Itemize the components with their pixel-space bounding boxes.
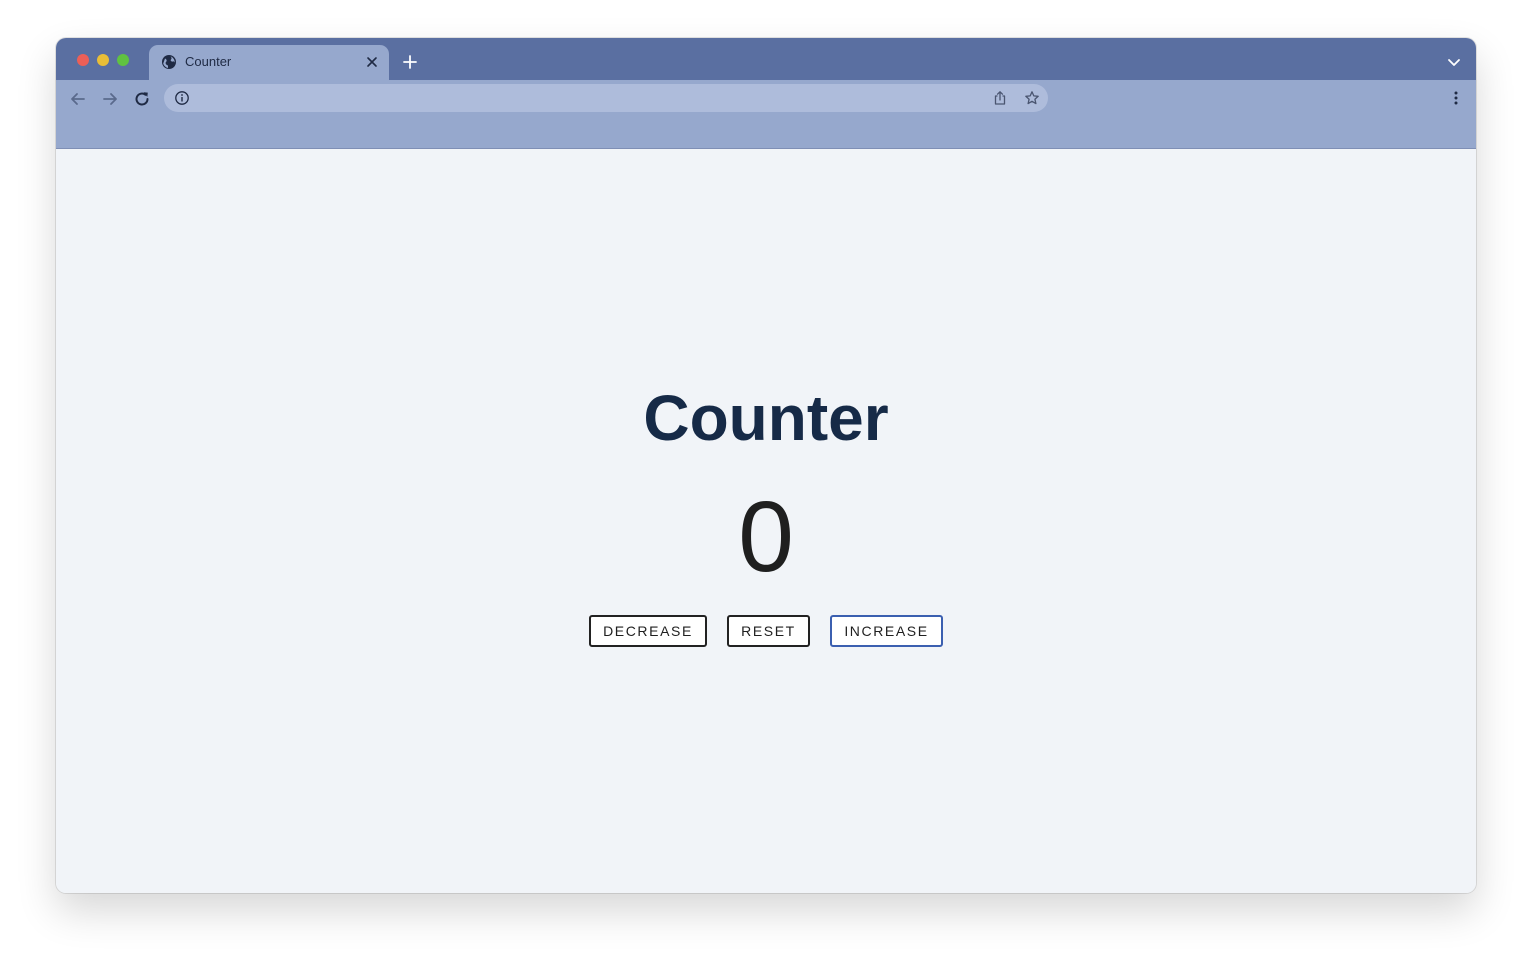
page-title: Counter xyxy=(643,382,889,454)
tab-title: Counter xyxy=(185,54,232,69)
star-icon[interactable] xyxy=(1024,90,1040,106)
browser-window: Counter Counter 0 DECREASE RESET INCREAS… xyxy=(56,38,1476,893)
chevron-down-icon[interactable] xyxy=(1446,54,1462,70)
page-content: Counter 0 DECREASE RESET INCREASE xyxy=(56,149,1476,893)
browser-titlebar: Counter xyxy=(56,38,1476,80)
share-icon[interactable] xyxy=(992,90,1008,106)
increase-button[interactable]: INCREASE xyxy=(830,615,943,647)
counter-value: 0 xyxy=(738,481,794,593)
decrease-button[interactable]: DECREASE xyxy=(589,615,707,647)
address-bar[interactable] xyxy=(164,84,1048,112)
window-maximize-button[interactable] xyxy=(117,54,129,66)
browser-tab-counter[interactable]: Counter xyxy=(149,45,389,80)
arrow-left-icon[interactable] xyxy=(68,89,88,109)
close-icon[interactable] xyxy=(364,54,380,70)
window-close-button[interactable] xyxy=(77,54,89,66)
reload-icon[interactable] xyxy=(132,89,152,109)
reset-button[interactable]: RESET xyxy=(727,615,810,647)
globe-icon xyxy=(162,55,176,69)
window-minimize-button[interactable] xyxy=(97,54,109,66)
arrow-right-icon[interactable] xyxy=(100,89,120,109)
info-icon[interactable] xyxy=(174,90,190,106)
browser-toolbar xyxy=(56,80,1476,149)
kebab-menu-icon[interactable] xyxy=(1448,90,1464,106)
plus-icon[interactable] xyxy=(401,53,419,71)
